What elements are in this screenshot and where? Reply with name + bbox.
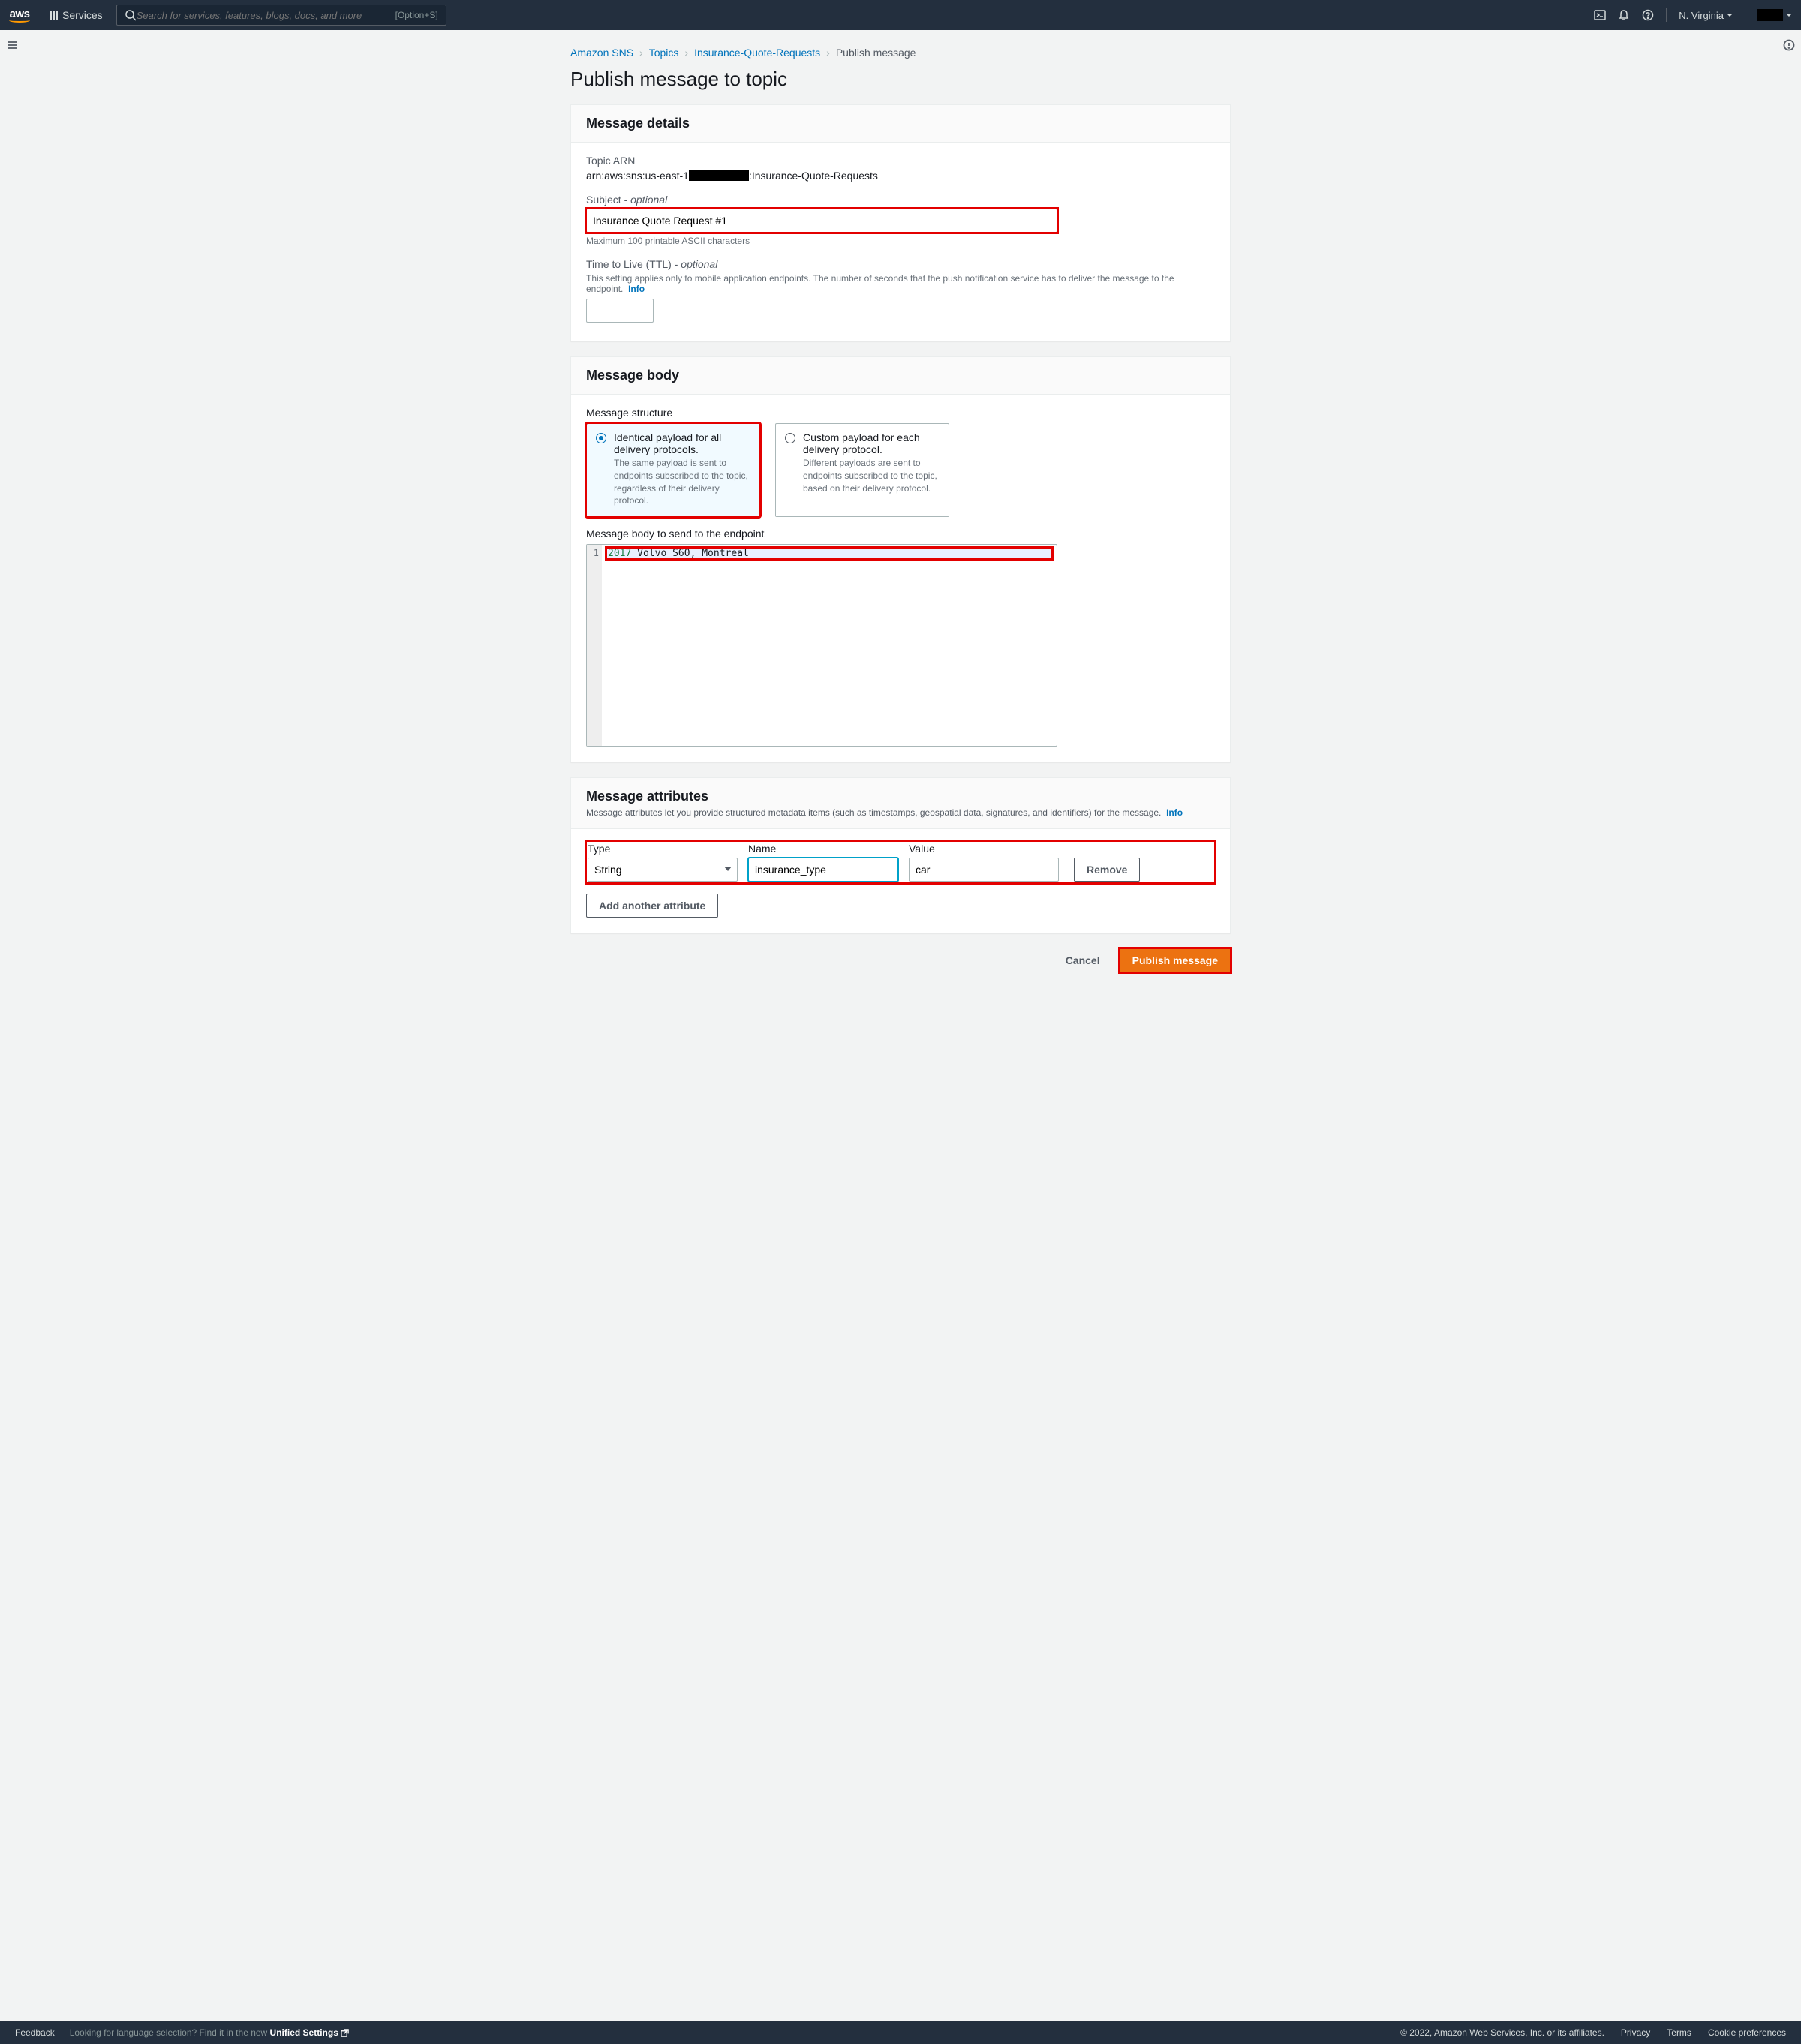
side-panel-toggle-right[interactable] — [1783, 39, 1795, 53]
radio-icon — [596, 433, 606, 443]
action-row: Cancel Publish message — [570, 948, 1231, 972]
region-selector[interactable]: N. Virginia — [1679, 10, 1733, 21]
page-title: Publish message to topic — [570, 68, 1231, 91]
arn-value: arn:aws:sns:us-east-1:Insurance-Quote-Re… — [586, 170, 1215, 182]
remove-attribute-button[interactable]: Remove — [1074, 858, 1140, 882]
panel-message-attributes: Message attributes Message attributes le… — [570, 777, 1231, 933]
radio-title: Identical payload for all delivery proto… — [614, 431, 750, 455]
attr-value-input[interactable] — [909, 858, 1059, 882]
radio-title: Custom payload for each delivery protoco… — [803, 431, 940, 455]
ttl-input[interactable] — [586, 299, 654, 323]
cookie-prefs-link[interactable]: Cookie preferences — [1708, 2027, 1786, 2038]
arn-redacted — [689, 170, 749, 181]
breadcrumb-current: Publish message — [836, 47, 916, 59]
radio-custom-payload[interactable]: Custom payload for each delivery protoco… — [775, 423, 949, 517]
global-search[interactable]: [Option+S] — [116, 5, 446, 26]
cloudshell-icon[interactable] — [1594, 9, 1606, 21]
unified-settings-link[interactable]: Unified Settings — [270, 2027, 350, 2038]
attr-type-label: Type — [588, 843, 738, 855]
structure-label: Message structure — [586, 407, 1215, 419]
help-icon[interactable] — [1642, 9, 1654, 21]
message-body-editor[interactable]: 1 2017 Volvo S60, Montreal — [586, 544, 1057, 747]
subject-help: Maximum 100 printable ASCII characters — [586, 236, 1215, 246]
cancel-button[interactable]: Cancel — [1054, 948, 1112, 972]
panel-message-details: Message details Topic ARN arn:aws:sns:us… — [570, 104, 1231, 341]
footer-copyright: © 2022, Amazon Web Services, Inc. or its… — [1400, 2027, 1604, 2038]
caret-down-icon — [1727, 14, 1733, 17]
search-shortcut-hint: [Option+S] — [395, 10, 438, 20]
breadcrumb-link-topic[interactable]: Insurance-Quote-Requests — [694, 47, 820, 59]
panel-heading: Message attributes — [586, 789, 1215, 804]
ttl-help: This setting applies only to mobile appl… — [586, 273, 1215, 294]
attr-type-select[interactable]: String — [588, 858, 738, 882]
subject-input[interactable] — [586, 209, 1057, 233]
publish-message-button[interactable]: Publish message — [1120, 948, 1231, 972]
attr-name-input[interactable] — [748, 858, 898, 882]
account-menu[interactable] — [1757, 9, 1792, 21]
main-content: Amazon SNS › Topics › Insurance-Quote-Re… — [548, 30, 1253, 1025]
services-menu[interactable]: Services — [42, 9, 110, 21]
search-input[interactable] — [137, 10, 395, 21]
grid-icon — [50, 11, 58, 20]
side-panel-toggle-left[interactable] — [6, 39, 18, 53]
privacy-link[interactable]: Privacy — [1621, 2027, 1650, 2038]
arn-label: Topic ARN — [586, 155, 1215, 167]
attrs-info-link[interactable]: Info — [1166, 807, 1183, 818]
account-redacted — [1757, 9, 1783, 21]
footer: Feedback Looking for language selection?… — [0, 2021, 1801, 2044]
top-nav: aws Services [Option+S] N. Virginia — [0, 0, 1801, 30]
footer-lang-text: Looking for language selection? Find it … — [70, 2027, 350, 2038]
radio-icon — [785, 433, 795, 443]
panel-heading: Message body — [586, 368, 1215, 383]
caret-down-icon — [1786, 14, 1792, 17]
feedback-link[interactable]: Feedback — [15, 2027, 55, 2038]
notifications-icon[interactable] — [1618, 9, 1630, 21]
radio-identical-payload[interactable]: Identical payload for all delivery proto… — [586, 423, 760, 517]
services-label: Services — [62, 9, 103, 21]
attr-name-label: Name — [748, 843, 898, 855]
add-attribute-button[interactable]: Add another attribute — [586, 894, 718, 918]
search-icon — [125, 9, 137, 21]
radio-desc: The same payload is sent to endpoints su… — [614, 457, 750, 507]
breadcrumb: Amazon SNS › Topics › Insurance-Quote-Re… — [570, 42, 1231, 68]
external-link-icon — [341, 2029, 349, 2037]
terms-link[interactable]: Terms — [1667, 2027, 1691, 2038]
ttl-label: Time to Live (TTL) - optional — [586, 258, 1215, 270]
chevron-right-icon: › — [826, 47, 830, 59]
ttl-info-link[interactable]: Info — [628, 284, 645, 294]
attr-value-label: Value — [909, 843, 1059, 855]
panel-subtext: Message attributes let you provide struc… — [586, 807, 1215, 818]
editor-gutter: 1 — [587, 545, 602, 746]
chevron-right-icon: › — [684, 47, 688, 59]
editor-line-1: 2017 Volvo S60, Montreal — [606, 548, 1052, 559]
panel-heading: Message details — [586, 116, 1215, 131]
breadcrumb-link-sns[interactable]: Amazon SNS — [570, 47, 633, 59]
radio-desc: Different payloads are sent to endpoints… — [803, 457, 940, 494]
subject-label: Subject - optional — [586, 194, 1215, 206]
region-label: N. Virginia — [1679, 10, 1724, 21]
panel-message-body: Message body Message structure Identical… — [570, 356, 1231, 762]
chevron-right-icon: › — [639, 47, 643, 59]
aws-logo[interactable]: aws — [9, 8, 30, 23]
breadcrumb-link-topics[interactable]: Topics — [649, 47, 679, 59]
editor-label: Message body to send to the endpoint — [586, 528, 1215, 540]
